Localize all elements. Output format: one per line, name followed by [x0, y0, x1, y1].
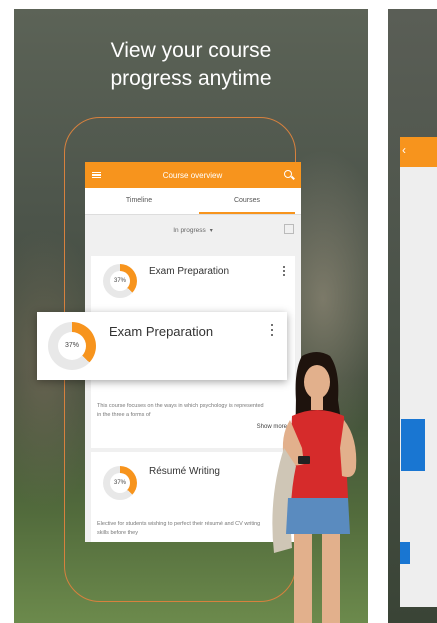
more-options-icon[interactable]	[271, 324, 273, 336]
blue-button[interactable]	[400, 542, 410, 564]
course-title: Exam Preparation	[149, 266, 230, 277]
progress-label: 37%	[113, 278, 126, 284]
app-bar: Course overview	[85, 162, 301, 188]
progress-ring: 37%	[48, 322, 96, 370]
headline-line-2: progress anytime	[110, 67, 272, 90]
app-title: Course overview	[162, 170, 223, 180]
progress-label: 37%	[64, 342, 79, 349]
course-card-enlarged[interactable]: 37% Exam Preparation	[37, 312, 287, 380]
tab-courses[interactable]: Courses	[193, 188, 301, 214]
tab-bar: Timeline Courses	[85, 188, 301, 215]
promo-headline: View your course progress anytime	[14, 37, 368, 93]
search-icon[interactable]	[283, 170, 294, 180]
progress-ring: 37%	[103, 264, 137, 298]
progress-label: 37%	[113, 480, 126, 486]
chevron-down-icon: ▾	[209, 227, 213, 234]
tab-timeline[interactable]: Timeline	[85, 188, 193, 214]
progress-ring: 37%	[103, 466, 137, 500]
next-promo-panel: ‹	[388, 9, 437, 623]
headline-line-1: View your course	[110, 39, 272, 62]
course-title: Exam Preparation	[109, 324, 214, 339]
course-description: This course focuses on the ways in which…	[97, 403, 264, 418]
next-app-bar: ‹	[400, 137, 437, 167]
filter-selected: In progress	[173, 226, 206, 234]
hamburger-menu-icon[interactable]	[92, 171, 101, 179]
course-filter[interactable]: In progress ▾	[85, 215, 301, 245]
blue-button[interactable]	[401, 419, 425, 471]
student-photo	[272, 352, 357, 623]
next-app-screen: ‹	[400, 137, 437, 607]
course-description: Elective for students wishing to perfect…	[97, 521, 261, 536]
view-toggle-icon[interactable]	[284, 224, 294, 234]
course-title: Résumé Writing	[149, 466, 220, 477]
more-options-icon[interactable]	[283, 266, 285, 276]
chevron-left-icon: ‹	[402, 143, 406, 157]
